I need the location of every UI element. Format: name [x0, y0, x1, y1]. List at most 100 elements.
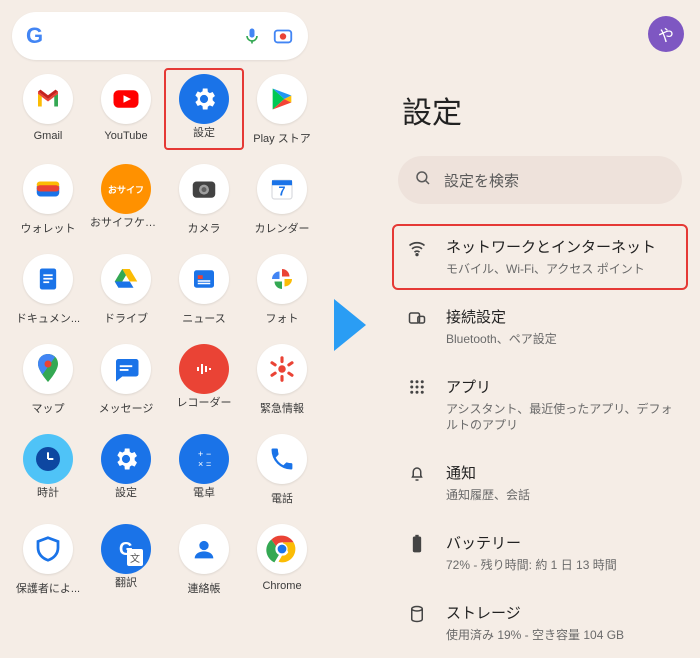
app-wallet[interactable]: ウォレット [12, 164, 84, 236]
recorder-icon [179, 344, 229, 394]
news-icon [179, 254, 229, 304]
app-news[interactable]: ニュース [168, 254, 240, 326]
app-osaifu[interactable]: おサイフおサイフケータイ [90, 164, 162, 236]
app-label: 保護者によ... [16, 580, 80, 596]
row-subtitle: モバイル、Wi-Fi、アクセス ポイント [446, 261, 674, 278]
app-maps[interactable]: マップ [12, 344, 84, 416]
mic-icon[interactable] [242, 26, 262, 46]
app-grid: Gmail YouTube 設定 Play ストアウォレットおサイフおサイフケータイカ… [12, 74, 308, 596]
app-label: Play ストア [253, 130, 310, 146]
translate-icon: G文 [101, 524, 151, 574]
gmail-icon [23, 74, 73, 124]
app-messages[interactable]: メッセージ [90, 344, 162, 416]
google-logo: G [26, 23, 43, 49]
camera-icon[interactable] [272, 25, 294, 47]
app-label: 翻訳 [115, 574, 137, 590]
row-title: 通知 [446, 462, 674, 483]
row-title: バッテリー [446, 532, 674, 553]
camera-icon [179, 164, 229, 214]
app-contacts[interactable]: 連絡帳 [168, 524, 240, 596]
app-recorder[interactable]: レコーダー [168, 344, 240, 416]
avatar[interactable]: や [648, 16, 684, 52]
search-icon [414, 169, 432, 191]
maps-icon [23, 344, 73, 394]
row-title: ストレージ [446, 602, 674, 623]
app-calendar[interactable]: 7 カレンダー [246, 164, 318, 236]
app-label: ウォレット [21, 220, 76, 236]
app-calculator[interactable]: +−×=電卓 [168, 434, 240, 506]
settings-row-network[interactable]: ネットワークとインターネットモバイル、Wi-Fi、アクセス ポイント [390, 222, 690, 292]
row-subtitle: Bluetooth、ペア設定 [446, 331, 674, 348]
settings2-icon [101, 434, 151, 484]
navigation-arrow [320, 0, 380, 650]
row-subtitle: 使用済み 19% - 空き容量 104 GB [446, 627, 674, 644]
app-youtube[interactable]: YouTube [90, 74, 162, 146]
docs-icon [23, 254, 73, 304]
app-docs[interactable]: ドキュメン... [12, 254, 84, 326]
app-emergency[interactable]: 緊急情報 [246, 344, 318, 416]
app-label: 設定 [115, 484, 137, 500]
photos-icon [257, 254, 307, 304]
wallet-icon [23, 164, 73, 214]
settings-row-connected[interactable]: 接続設定 Bluetooth、ペア設定 [390, 292, 690, 362]
app-label: 電卓 [193, 484, 215, 500]
app-label: フォト [266, 310, 299, 326]
app-photos[interactable]: フォト [246, 254, 318, 326]
storage-icon [406, 602, 428, 644]
app-translate[interactable]: G文翻訳 [90, 524, 162, 596]
app-label: マップ [32, 400, 65, 416]
app-drawer-panel: G Gmail YouTube 設定 Play ストアウォレットおサイフおサイフケータ… [0, 0, 320, 650]
app-clock[interactable]: 時計 [12, 434, 84, 506]
emergency-icon [257, 344, 307, 394]
svg-text:7: 7 [279, 184, 286, 198]
settings-row-storage[interactable]: ストレージ使用済み 19% - 空き容量 104 GB [390, 588, 690, 658]
row-title: アプリ [446, 376, 674, 397]
row-title: ネットワークとインターネット [446, 236, 674, 257]
battery-icon [406, 532, 428, 574]
app-label: 連絡帳 [188, 580, 221, 596]
app-label: メッセージ [99, 400, 154, 416]
app-label: カレンダー [255, 220, 310, 236]
settings-row-notifications[interactable]: 通知通知履歴、会話 [390, 448, 690, 518]
app-label: ドライブ [104, 310, 148, 326]
app-label: レコーダー [177, 394, 232, 410]
settings-search-placeholder: 設定を検索 [444, 170, 519, 191]
row-title: 接続設定 [446, 306, 674, 327]
app-label: 電話 [271, 490, 293, 506]
svg-text:−: − [206, 449, 211, 459]
settings-icon [179, 74, 229, 124]
app-label: Chrome [262, 580, 301, 592]
app-label: ドキュメン... [16, 310, 80, 326]
row-subtitle: アシスタント、最近使ったアプリ、デフォルトのアプリ [446, 401, 674, 435]
svg-text:+: + [198, 449, 203, 459]
connected-icon [406, 306, 428, 348]
drive-icon [101, 254, 151, 304]
app-guardian[interactable]: 保護者によ... [12, 524, 84, 596]
app-label: カメラ [188, 220, 221, 236]
google-search-bar[interactable]: G [12, 12, 308, 60]
app-settings2[interactable]: 設定 [90, 434, 162, 506]
messages-icon [101, 344, 151, 394]
app-playstore[interactable]: Play ストア [246, 74, 318, 146]
svg-text:=: = [206, 459, 211, 469]
app-label: 設定 [193, 124, 215, 140]
row-subtitle: 通知履歴、会話 [446, 487, 674, 504]
settings-search-bar[interactable]: 設定を検索 [398, 156, 682, 204]
app-label: Gmail [34, 130, 63, 142]
youtube-icon [101, 74, 151, 124]
app-camera[interactable]: カメラ [168, 164, 240, 236]
settings-row-apps[interactable]: アプリアシスタント、最近使ったアプリ、デフォルトのアプリ [390, 362, 690, 449]
app-settings[interactable]: 設定 [168, 74, 240, 146]
calculator-icon: +−×= [179, 434, 229, 484]
app-label: 時計 [37, 484, 59, 500]
osaifu-icon: おサイフ [101, 164, 151, 214]
app-gmail[interactable]: Gmail [12, 74, 84, 146]
clock-icon [23, 434, 73, 484]
app-label: ニュース [182, 310, 225, 326]
calendar-icon: 7 [257, 164, 307, 214]
app-drive[interactable]: ドライブ [90, 254, 162, 326]
settings-row-battery[interactable]: バッテリー72% - 残り時間: 約 1 日 13 時間 [390, 518, 690, 588]
app-label: YouTube [104, 130, 147, 142]
app-phone[interactable]: 電話 [246, 434, 318, 506]
app-chrome[interactable]: Chrome [246, 524, 318, 596]
